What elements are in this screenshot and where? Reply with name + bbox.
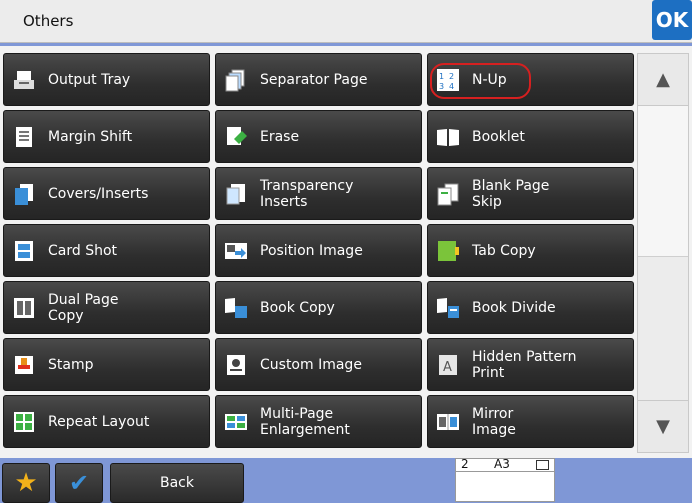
custom-image-button[interactable]: Custom Image xyxy=(215,338,422,391)
book-copy-icon xyxy=(224,296,248,320)
covers-inserts-icon xyxy=(12,182,36,206)
scrollbar[interactable]: ▲ ▼ xyxy=(637,53,689,453)
scroll-up-button[interactable]: ▲ xyxy=(637,53,689,106)
book-divide-icon xyxy=(436,296,460,320)
header-bar: Others OK xyxy=(0,0,692,43)
star-icon: ★ xyxy=(14,468,38,498)
position-image-button[interactable]: Position Image xyxy=(215,224,422,277)
hidden-pattern-print-button[interactable]: A Hidden Pattern Print xyxy=(427,338,634,391)
button-label: Margin Shift xyxy=(48,128,133,145)
paper-size: A3 xyxy=(494,457,510,471)
button-label: Covers/Inserts xyxy=(48,185,149,202)
button-label: Stamp xyxy=(48,356,94,373)
favorite-button[interactable]: ★ xyxy=(2,463,50,503)
button-label: Tab Copy xyxy=(472,242,536,259)
page-title: Others xyxy=(23,12,74,30)
tab-copy-button[interactable]: Tab Copy xyxy=(427,224,634,277)
card-shot-icon xyxy=(12,239,36,263)
transparency-inserts-button[interactable]: Transparency Inserts xyxy=(215,167,422,220)
multi-page-enlargement-button[interactable]: Multi-Page Enlargement xyxy=(215,395,422,448)
svg-text:A: A xyxy=(443,360,452,375)
back-button[interactable]: Back xyxy=(110,463,244,503)
options-panel: Output Tray Separator Page 1234 N-Up Mar… xyxy=(0,46,692,458)
button-label: Separator Page xyxy=(260,71,368,88)
custom-image-icon xyxy=(224,353,248,377)
margin-shift-icon xyxy=(12,125,36,149)
button-label: Hidden Pattern Print xyxy=(472,348,577,381)
dual-page-copy-icon xyxy=(12,296,36,320)
button-label: Book Divide xyxy=(472,299,556,316)
booklet-icon xyxy=(436,125,460,149)
tab-copy-icon xyxy=(436,239,460,263)
separator-page-icon xyxy=(224,68,248,92)
scroll-down-button[interactable]: ▼ xyxy=(637,400,689,453)
chevron-down-icon: ▼ xyxy=(656,416,670,437)
output-tray-icon xyxy=(12,68,36,92)
options-grid: Output Tray Separator Page 1234 N-Up Mar… xyxy=(3,53,635,448)
button-label: Output Tray xyxy=(48,71,131,88)
button-label: Repeat Layout xyxy=(48,413,150,430)
blank-page-skip-icon xyxy=(436,182,460,206)
multi-page-enlargement-icon xyxy=(224,410,248,434)
repeat-layout-icon xyxy=(12,410,36,434)
button-label: Mirror Image xyxy=(472,405,516,438)
check-button[interactable]: ✔ xyxy=(55,463,103,503)
transparency-inserts-icon xyxy=(224,182,248,206)
button-label: Card Shot xyxy=(48,242,118,259)
checkmark-icon: ✔ xyxy=(68,469,90,497)
button-label: Erase xyxy=(260,128,300,145)
highlight-circle xyxy=(430,63,531,99)
paper-preview: 2 A3 xyxy=(455,457,555,502)
button-label: Blank Page Skip xyxy=(472,177,550,210)
separator-page-button[interactable]: Separator Page xyxy=(215,53,422,106)
dual-page-copy-button[interactable]: Dual Page Copy xyxy=(3,281,210,334)
output-tray-button[interactable]: Output Tray xyxy=(3,53,210,106)
erase-button[interactable]: Erase xyxy=(215,110,422,163)
stamp-button[interactable]: Stamp xyxy=(3,338,210,391)
copy-count: 2 xyxy=(461,457,469,471)
erase-icon xyxy=(224,125,248,149)
page-icon xyxy=(536,460,549,470)
button-label: Position Image xyxy=(260,242,363,259)
margin-shift-button[interactable]: Margin Shift xyxy=(3,110,210,163)
mirror-image-button[interactable]: Mirror Image xyxy=(427,395,634,448)
position-image-icon xyxy=(224,239,248,263)
button-label: Transparency Inserts xyxy=(260,177,354,210)
n-up-button[interactable]: 1234 N-Up xyxy=(427,53,634,106)
stamp-icon xyxy=(12,353,36,377)
scroll-thumb[interactable] xyxy=(638,106,688,257)
chevron-up-icon: ▲ xyxy=(656,69,670,90)
book-divide-button[interactable]: Book Divide xyxy=(427,281,634,334)
footer-bar: ★ ✔ Back xyxy=(0,458,692,503)
book-copy-button[interactable]: Book Copy xyxy=(215,281,422,334)
button-label: Custom Image xyxy=(260,356,362,373)
card-shot-button[interactable]: Card Shot xyxy=(3,224,210,277)
scroll-track[interactable] xyxy=(637,106,689,400)
button-label: Booklet xyxy=(472,128,525,145)
covers-inserts-button[interactable]: Covers/Inserts xyxy=(3,167,210,220)
button-label: Book Copy xyxy=(260,299,335,316)
blank-page-skip-button[interactable]: Blank Page Skip xyxy=(427,167,634,220)
preview-divider xyxy=(456,471,554,472)
ok-button[interactable]: OK xyxy=(652,0,692,40)
booklet-button[interactable]: Booklet xyxy=(427,110,634,163)
mirror-image-icon xyxy=(436,410,460,434)
button-label: Multi-Page Enlargement xyxy=(260,405,350,438)
hidden-pattern-print-icon: A xyxy=(436,353,460,377)
repeat-layout-button[interactable]: Repeat Layout xyxy=(3,395,210,448)
button-label: Dual Page Copy xyxy=(48,291,119,324)
